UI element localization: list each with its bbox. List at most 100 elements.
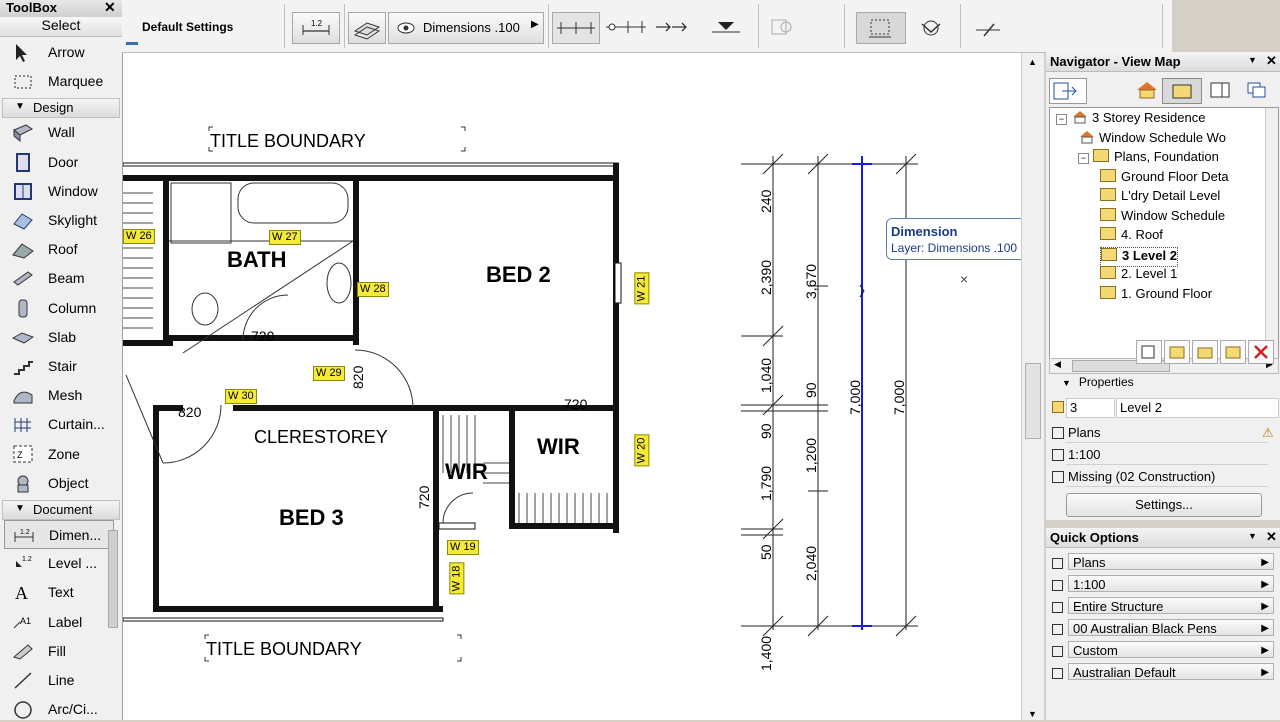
canvas-vertical-scrollbar[interactable]: ▲ ▼: [1021, 53, 1044, 720]
window-tag-w19[interactable]: W 19: [447, 540, 479, 555]
tree-item[interactable]: − 3 Storey Residence: [1056, 110, 1205, 128]
tool-object[interactable]: Object: [4, 469, 112, 496]
roof-icon: [12, 243, 34, 259]
layer-dropdown[interactable]: Dimensions .100 ▶: [388, 12, 544, 44]
design-section-header[interactable]: ▼ Design: [2, 98, 120, 119]
scroll-up-icon[interactable]: ▲: [1028, 57, 1037, 67]
tree-item[interactable]: Ground Floor Deta: [1100, 168, 1229, 187]
tool-dimen[interactable]: 1.2 Dimen...: [4, 520, 114, 549]
tool-beam[interactable]: Beam: [4, 264, 112, 291]
quick-option-dropdown[interactable]: 00 Australian Black Pens ▶: [1068, 619, 1274, 636]
quick-option-dropdown[interactable]: Plans ▶: [1068, 553, 1274, 570]
quick-option-dropdown[interactable]: 1:100 ▶: [1068, 575, 1274, 592]
navigator-mode-button[interactable]: [1049, 78, 1087, 104]
tool-wall[interactable]: Wall: [4, 118, 112, 145]
prop-id-field[interactable]: 3: [1066, 398, 1115, 418]
publisher-button[interactable]: [1242, 78, 1272, 102]
window-tag-w29[interactable]: W 29: [313, 366, 345, 381]
tool-roof[interactable]: Roof: [4, 235, 112, 262]
window-tag-w20[interactable]: W 20: [634, 434, 650, 467]
quick-option-dropdown[interactable]: Entire Structure ▶: [1068, 597, 1274, 614]
prop-layer-row[interactable]: Plans ⚠: [1050, 424, 1276, 444]
dim-col2-0: 3,670: [803, 264, 819, 299]
collapse-toggle-icon[interactable]: −: [1078, 153, 1089, 164]
tool-label: Beam: [48, 270, 85, 287]
new-view-button[interactable]: [1164, 340, 1190, 364]
tree-item[interactable]: 1. Ground Floor: [1100, 285, 1212, 304]
tool-marquee[interactable]: Marquee: [4, 67, 112, 94]
tool-mesh[interactable]: Mesh: [4, 381, 112, 408]
tool-curtain[interactable]: Curtain...: [4, 410, 112, 437]
elevation-dimension-button[interactable]: [706, 12, 746, 42]
dim-col1-0: 240: [758, 189, 774, 213]
delete-button[interactable]: [1248, 340, 1274, 364]
clone-folder-button[interactable]: [1136, 340, 1162, 364]
layout-book-button[interactable]: [1206, 78, 1236, 102]
baseline-dimension-button[interactable]: [604, 12, 648, 42]
tool-arrow[interactable]: Arrow: [4, 38, 112, 65]
tree-item-label: 3 Storey Residence: [1092, 110, 1206, 125]
collapse-toggle-icon[interactable]: −: [1056, 114, 1067, 125]
arrow-type-button[interactable]: [970, 12, 1010, 42]
quick-option-dropdown[interactable]: Custom ▶: [1068, 641, 1274, 658]
new-folder-button[interactable]: [1192, 340, 1218, 364]
document-section-header[interactable]: ▼ Document: [2, 500, 120, 520]
select-section-label[interactable]: Select: [0, 17, 122, 37]
tree-item[interactable]: − Plans, Foundation: [1078, 149, 1219, 167]
tool-door[interactable]: Door: [4, 148, 112, 175]
tree-vertical-scrollbar[interactable]: [1265, 108, 1278, 358]
tree-item-label: L'dry Detail Level: [1121, 188, 1221, 203]
door-dim-4: 720: [416, 485, 432, 509]
tree-item[interactable]: L'dry Detail Level: [1100, 188, 1220, 206]
navigator-close-icon[interactable]: ✕: [1266, 53, 1277, 69]
marker-type-button[interactable]: [914, 12, 948, 42]
tool-stair[interactable]: Stair: [4, 352, 112, 379]
tool-line[interactable]: Line: [4, 666, 112, 693]
window-tag-w27[interactable]: W 27: [269, 230, 301, 245]
prop-pen-row[interactable]: Missing (02 Construction): [1050, 468, 1276, 488]
quick-option-dropdown[interactable]: Australian Default ▶: [1068, 663, 1274, 680]
tree-item[interactable]: Window Schedule: [1100, 207, 1225, 226]
tool-column[interactable]: Column: [4, 294, 112, 321]
tree-item[interactable]: 4. Roof: [1100, 227, 1163, 245]
open-button[interactable]: [1220, 340, 1246, 364]
window-tag-w18[interactable]: W 18: [449, 562, 465, 595]
settings-button[interactable]: Settings...: [1066, 493, 1262, 517]
scroll-thumb[interactable]: [1025, 363, 1041, 439]
navigator-menu-icon[interactable]: ▼: [1248, 55, 1257, 65]
prop-name-field[interactable]: Level 2: [1116, 398, 1279, 418]
toolbox-scrollbar[interactable]: [108, 530, 118, 628]
tool-zone[interactable]: Z Zone: [4, 440, 112, 467]
window-tag-w21[interactable]: W 21: [634, 272, 650, 305]
dimension-settings-button[interactable]: 1.2: [292, 12, 340, 44]
tool-text[interactable]: A Text: [4, 578, 112, 605]
layer-settings-button[interactable]: [348, 12, 386, 44]
quick-options-menu-icon[interactable]: ▼: [1248, 531, 1257, 541]
floor-plan-canvas[interactable]: BATH BED 2 CLERESTOREY WIR WIR BED 3 TIT…: [123, 53, 1021, 720]
tree-item[interactable]: 2. Level 1: [1100, 266, 1177, 284]
project-map-button[interactable]: [1132, 78, 1162, 102]
tool-skylight[interactable]: Skylight: [4, 206, 112, 233]
chevron-right-icon: ▶: [1261, 579, 1269, 590]
tree-item[interactable]: 3 Level 2: [1100, 246, 1178, 267]
properties-header[interactable]: ▼ Properties: [1062, 375, 1134, 389]
tool-arc-ci[interactable]: Arc/Ci...: [4, 695, 112, 722]
geometry-method-button[interactable]: [766, 12, 802, 42]
tool-label[interactable]: A1 Label: [4, 608, 112, 635]
toolbox-close-icon[interactable]: ✕: [104, 0, 116, 16]
window-tag-w30[interactable]: W 30: [225, 389, 257, 404]
linear-dimension-button[interactable]: [552, 12, 600, 44]
quick-options-close-icon[interactable]: ✕: [1266, 529, 1277, 545]
window-tag-w26[interactable]: W 26: [123, 229, 155, 244]
cumulative-dimension-button[interactable]: [652, 12, 692, 42]
view-map-button[interactable]: [1162, 78, 1202, 104]
tool-level[interactable]: 1.2 Level ...: [4, 549, 112, 576]
tool-slab[interactable]: Slab: [4, 323, 112, 350]
tool-window[interactable]: Window: [4, 177, 112, 204]
tool-fill[interactable]: Fill: [4, 637, 112, 664]
witness-lines-button[interactable]: [856, 12, 906, 44]
tree-item[interactable]: Window Schedule Wo: [1078, 130, 1226, 148]
window-tag-w28[interactable]: W 28: [357, 282, 389, 297]
scroll-down-icon[interactable]: ▼: [1028, 709, 1037, 719]
prop-scale-row[interactable]: 1:100: [1050, 446, 1276, 466]
